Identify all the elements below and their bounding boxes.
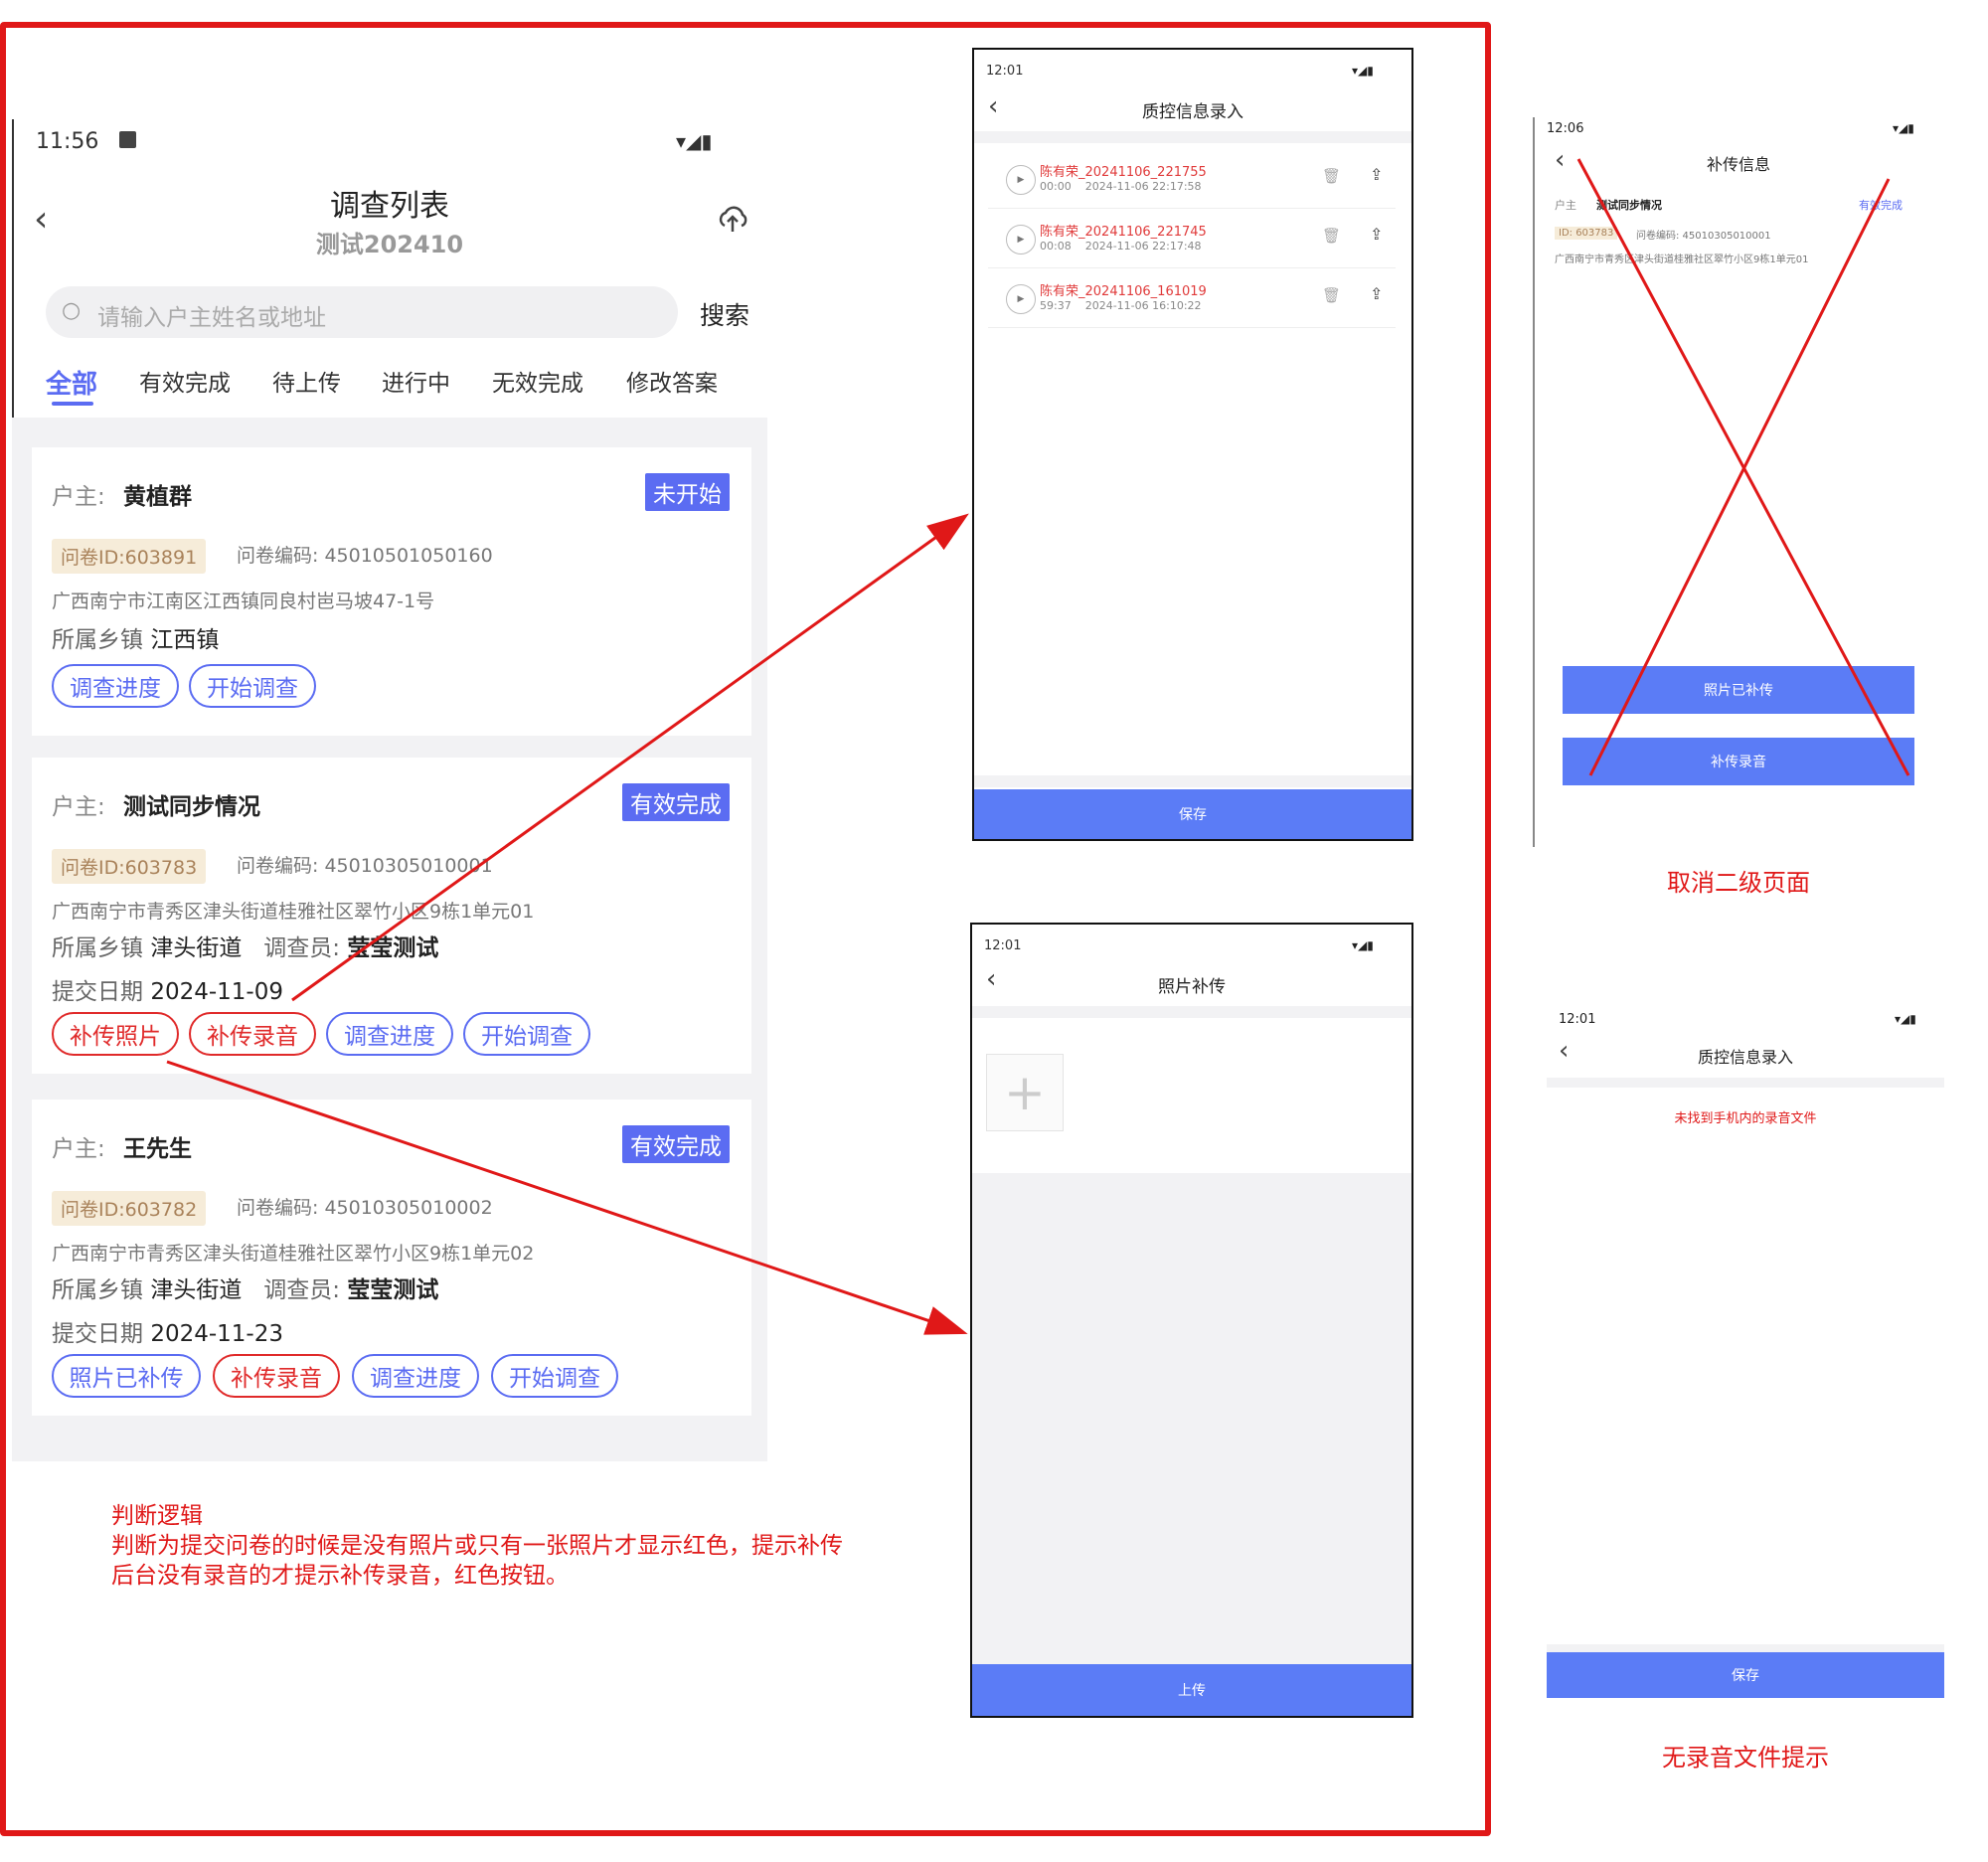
annotation-overlay (166, 158, 1910, 1335)
cross-line (1588, 178, 1891, 776)
arrow-to-audio-screen (291, 513, 969, 1002)
arrow-to-photo-screen (166, 1060, 968, 1335)
